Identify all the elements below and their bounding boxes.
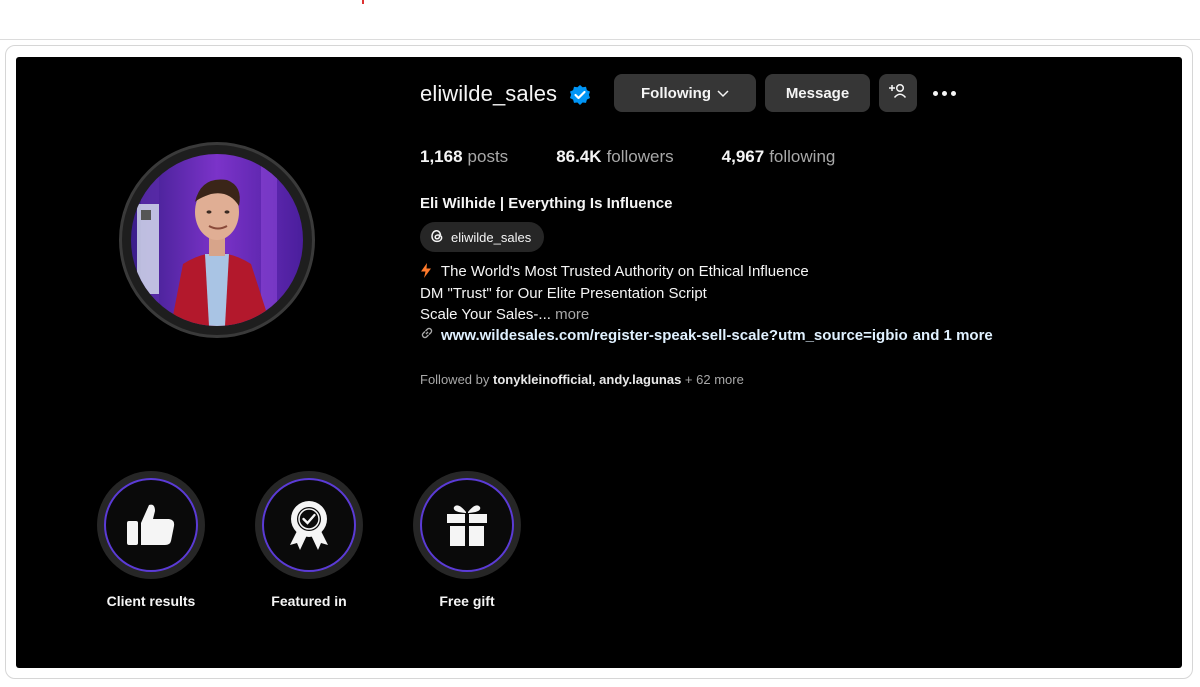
bio-line-1-text: The World's Most Trusted Authority on Et… bbox=[440, 263, 809, 280]
profile-bio: The World's Most Trusted Authority on Et… bbox=[420, 261, 809, 326]
profile-screen: eliwilde_sales Following Message 1,168 po… bbox=[16, 57, 1182, 668]
following-label: Following bbox=[641, 84, 711, 102]
posts-count: 1,168 bbox=[420, 147, 463, 166]
highlight-ring[interactable] bbox=[413, 471, 521, 579]
highlight-free-gift[interactable]: Free gift bbox=[413, 471, 521, 609]
bio-line-3: Scale Your Sales-... more bbox=[420, 304, 809, 326]
followed-by[interactable]: Followed by tonykleinofficial, andy.lagu… bbox=[420, 372, 744, 387]
highlight-label: Free gift bbox=[439, 593, 495, 609]
profile-username: eliwilde_sales bbox=[420, 81, 558, 106]
link-extra[interactable]: and 1 more bbox=[913, 327, 993, 344]
profile-full-name: Eli Wilhide | Everything Is Influence bbox=[420, 195, 673, 212]
bio-more-link[interactable]: more bbox=[555, 306, 589, 323]
highlight-ring[interactable] bbox=[97, 471, 205, 579]
gift-icon bbox=[420, 478, 514, 572]
following-button[interactable]: Following bbox=[614, 74, 756, 112]
add-user-icon bbox=[888, 82, 908, 104]
following-stat-label: following bbox=[769, 147, 836, 166]
add-user-button[interactable] bbox=[879, 74, 917, 112]
threads-link-chip[interactable]: eliwilde_sales bbox=[420, 222, 544, 252]
following-stat[interactable]: 4,967 following bbox=[722, 147, 836, 167]
threads-icon bbox=[428, 227, 451, 248]
bio-line-1: The World's Most Trusted Authority on Et… bbox=[420, 261, 809, 283]
followed-by-suffix: + 62 more bbox=[684, 372, 744, 387]
bio-line-2: DM "Trust" for Our Elite Presentation Sc… bbox=[420, 284, 707, 302]
profile-stats: 1,168 posts 86.4K followers 4,967 following bbox=[420, 147, 883, 167]
award-badge-icon bbox=[262, 478, 356, 572]
followers-count: 86.4K bbox=[556, 147, 602, 166]
highlight-label: Client results bbox=[106, 593, 196, 609]
threads-handle: eliwilde_sales bbox=[451, 229, 532, 245]
thumbs-up-icon bbox=[104, 478, 198, 572]
link-url[interactable]: www.wildesales.com/register-speak-sell-s… bbox=[441, 327, 908, 344]
highlight-label: Featured in bbox=[271, 593, 347, 609]
avatar[interactable] bbox=[131, 154, 303, 326]
profile-external-link[interactable]: www.wildesales.com/register-speak-sell-s… bbox=[420, 326, 993, 344]
message-button[interactable]: Message bbox=[765, 74, 870, 112]
highlight-client-results[interactable]: Client results bbox=[97, 471, 205, 609]
cursor-mark bbox=[362, 0, 364, 4]
link-icon bbox=[420, 326, 441, 344]
posts-label: posts bbox=[467, 147, 509, 166]
posts-stat[interactable]: 1,168 posts bbox=[420, 147, 508, 167]
followers-stat[interactable]: 86.4K followers bbox=[556, 147, 673, 167]
followed-by-prefix: Followed by bbox=[420, 372, 490, 387]
following-count: 4,967 bbox=[721, 147, 765, 166]
highlight-ring[interactable] bbox=[255, 471, 363, 579]
followers-label: followers bbox=[606, 147, 674, 166]
top-divider bbox=[0, 39, 1200, 40]
verified-badge-icon bbox=[568, 84, 592, 108]
highlight-featured-in[interactable]: Featured in bbox=[255, 471, 363, 609]
lightning-icon bbox=[420, 263, 441, 280]
bio-line-3-text: Scale Your Sales-... bbox=[420, 306, 551, 323]
more-options-icon[interactable] bbox=[933, 83, 959, 103]
followed-by-users[interactable]: tonykleinofficial, andy.lagunas bbox=[493, 372, 681, 387]
chevron-down-icon bbox=[717, 85, 729, 102]
profile-avatar-ring[interactable] bbox=[119, 142, 315, 338]
